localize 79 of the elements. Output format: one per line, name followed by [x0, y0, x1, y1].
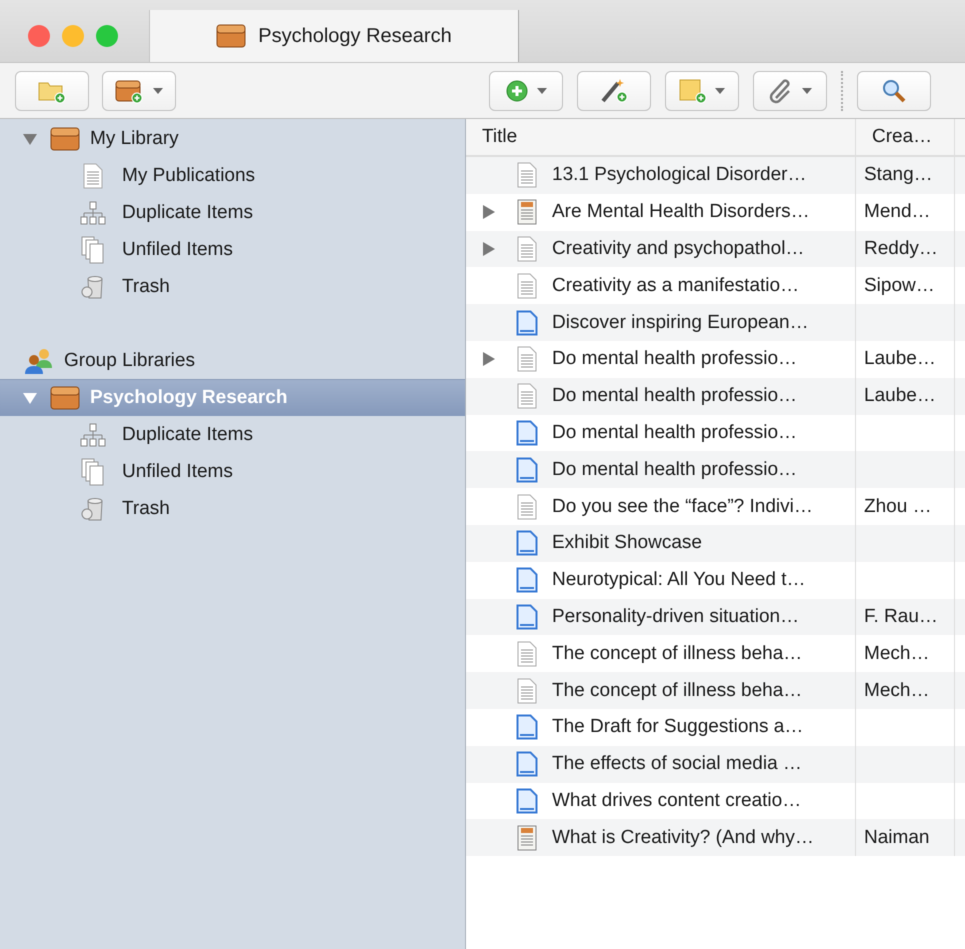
caret-icon — [153, 88, 163, 94]
title-cell: The concept of illness beha… — [552, 680, 802, 702]
search-icon — [881, 78, 907, 104]
box-icon — [216, 24, 246, 48]
title-cell: The Draft for Suggestions a… — [552, 716, 804, 738]
collapsed-triangle-icon[interactable] — [480, 240, 496, 257]
new-item-button[interactable] — [489, 70, 563, 110]
window-tab[interactable]: Psychology Research — [150, 10, 519, 62]
item-row[interactable]: 13.1 Psychological Disorder… Stang… — [466, 157, 965, 194]
title-cell: Creativity as a manifestatio… — [552, 274, 800, 297]
column-header[interactable]: Title — [466, 119, 856, 155]
item-row[interactable]: Do mental health professio… — [466, 451, 965, 488]
title-cell: Do mental health professio… — [552, 385, 798, 408]
title-cell: 13.1 Psychological Disorder… — [552, 164, 807, 186]
creator-cell: Laube… — [864, 385, 936, 408]
sidebar-item[interactable]: Trash — [0, 268, 465, 305]
title-cell: Do mental health professio… — [552, 458, 798, 481]
title-cell: Personality-driven situation… — [552, 606, 800, 628]
sidebar-item[interactable]: My Library — [0, 120, 465, 157]
title-cell: The effects of social media … — [552, 753, 802, 776]
creator-cell: Mend… — [864, 201, 931, 224]
attach-button[interactable] — [753, 70, 827, 110]
item-row[interactable]: Discover inspiring European… — [466, 304, 965, 341]
creator-cell: Naiman — [864, 826, 930, 849]
title-cell: Neurotypical: All You Need t… — [552, 569, 806, 592]
title-cell: Creativity and psychopathol… — [552, 238, 804, 260]
title-cell: Discover inspiring European… — [552, 312, 809, 334]
title-cell: Do mental health professio… — [552, 422, 798, 444]
new-collection-button[interactable] — [15, 70, 89, 110]
creator-cell: Stang… — [864, 164, 933, 186]
collapsed-triangle-icon[interactable] — [480, 204, 496, 220]
item-row[interactable]: What is Creativity? (And why… Naiman — [466, 819, 965, 856]
close-button[interactable] — [28, 25, 50, 47]
column-header[interactable]: Crea… — [856, 119, 955, 155]
new-library-button[interactable] — [102, 70, 176, 110]
sidebar-item[interactable]: Unfiled Items — [0, 231, 465, 268]
item-row[interactable]: The effects of social media … — [466, 746, 965, 783]
creator-cell: Mech… — [864, 680, 930, 702]
creator-cell: F. Rau… — [864, 606, 938, 628]
box-icon — [50, 126, 80, 150]
creator-cell: Zhou … — [864, 496, 932, 518]
people-icon — [24, 346, 54, 374]
hierarchy-icon — [78, 422, 108, 446]
box-icon — [50, 386, 80, 410]
creator-cell: Sipow… — [864, 274, 935, 297]
hierarchy-icon — [78, 200, 108, 224]
item-row[interactable]: Creativity and psychopathol… Reddy… — [466, 230, 965, 268]
title-cell: What drives content creatio… — [552, 790, 802, 812]
sidebar-item[interactable]: My Publications — [0, 157, 465, 194]
creator-cell: Laube… — [864, 348, 936, 370]
caret-icon — [715, 88, 725, 94]
caret-icon — [802, 88, 812, 94]
title-cell: What is Creativity? (And why… — [552, 826, 814, 849]
wand-plus-icon — [600, 76, 628, 104]
sidebar-item[interactable]: Group Libraries — [0, 342, 465, 379]
box-plus-icon — [115, 78, 145, 104]
note-plus-icon — [679, 78, 707, 104]
plus-circle-icon — [505, 78, 529, 102]
sidebar-item[interactable]: Duplicate Items — [0, 194, 465, 231]
expanded-triangle-icon[interactable] — [22, 390, 38, 406]
sidebar-item[interactable]: Unfiled Items — [0, 453, 465, 490]
caret-icon — [537, 88, 547, 94]
title-cell: Exhibit Showcase — [552, 532, 702, 554]
title-cell: The concept of illness beha… — [552, 642, 802, 665]
creator-cell: Mech… — [864, 642, 930, 665]
creator-cell: Reddy… — [864, 238, 938, 260]
title-cell: Are Mental Health Disorders… — [552, 201, 810, 224]
item-row[interactable]: Personality-driven situation… F. Rau… — [466, 598, 965, 636]
new-note-button[interactable] — [665, 70, 739, 110]
collapsed-triangle-icon[interactable] — [480, 351, 496, 368]
sidebar-item[interactable]: Duplicate Items — [0, 416, 465, 453]
search-button[interactable] — [857, 70, 931, 110]
item-row[interactable]: The concept of illness beha… Mech… — [466, 672, 965, 709]
title-cell: Do you see the “face”? Indivi… — [552, 496, 813, 518]
add-by-identifier-button[interactable] — [577, 70, 651, 110]
title-cell: Do mental health professio… — [552, 348, 798, 370]
sidebar-item[interactable]: Trash — [0, 490, 465, 527]
item-row[interactable]: Exhibit Showcase — [466, 524, 965, 562]
item-row[interactable]: Do mental health professio… Laube… — [466, 378, 965, 415]
